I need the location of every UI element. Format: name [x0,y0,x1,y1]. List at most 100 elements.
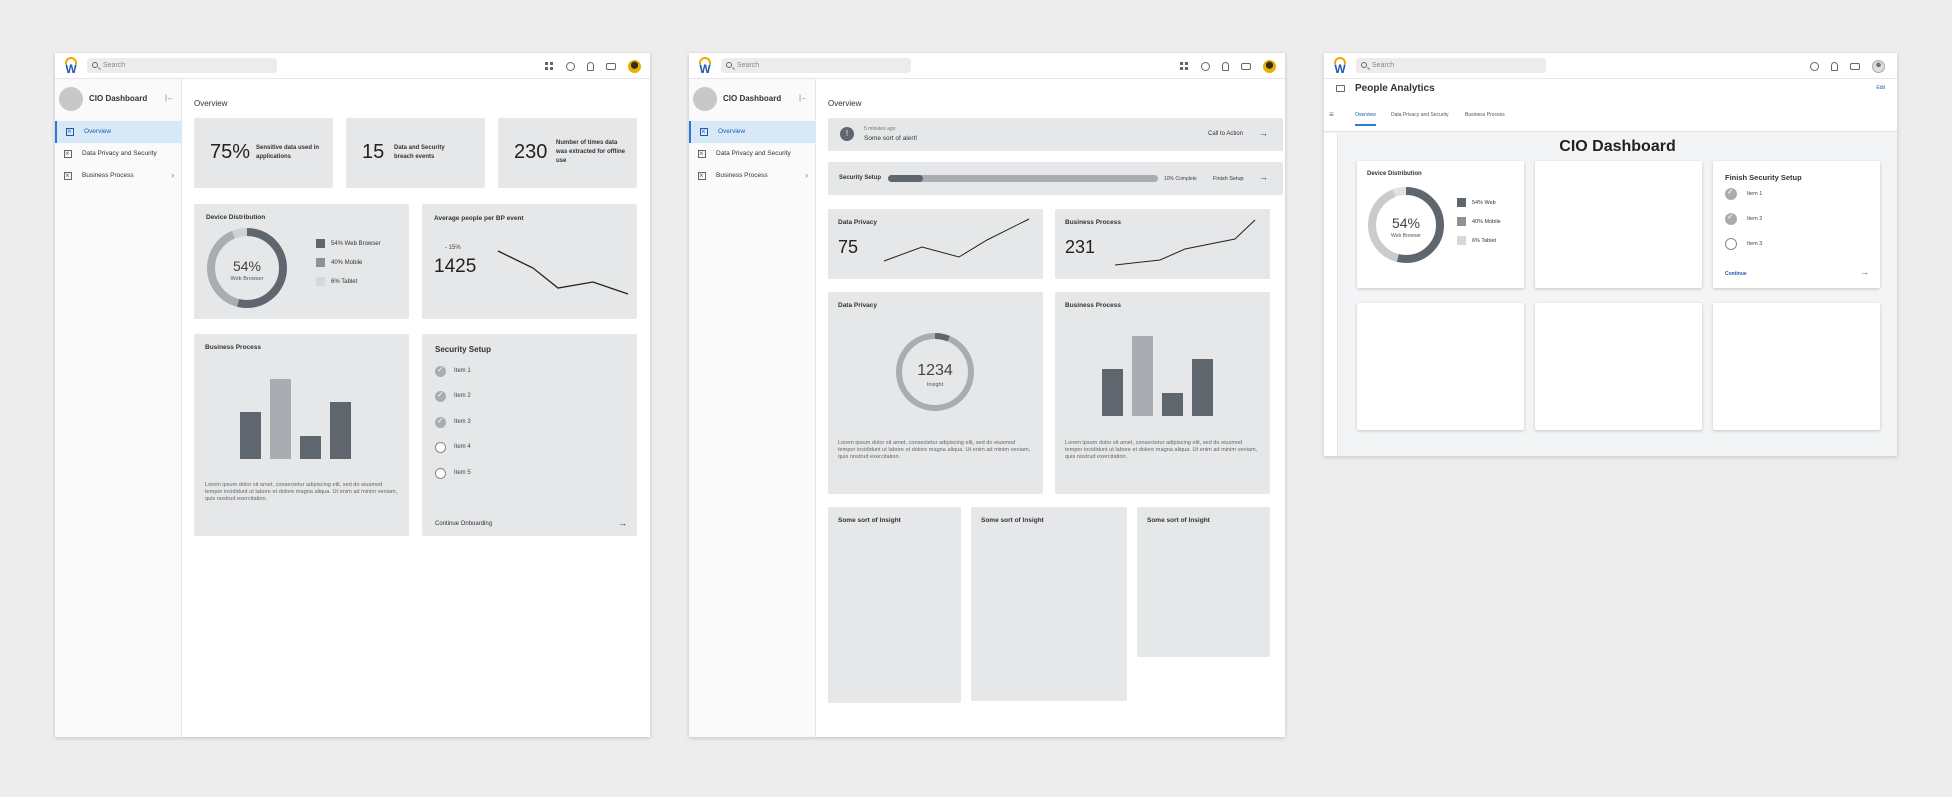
sidebar-item-label: Data Privacy and Security [716,150,791,157]
main-content: Overview ! 5 minutes ago Some sort of al… [816,79,1285,737]
kpi-card-breach-events[interactable]: 15 Data and Security breach events [346,118,485,188]
kpi-card-offline-extract[interactable]: 230 Number of times data was extracted f… [498,118,637,188]
legend-label: 40% Mobile [1472,218,1501,225]
continue-link[interactable]: Continue [1725,271,1747,277]
chat-icon[interactable] [1201,61,1210,71]
card-description: Lorem ipsum dolor sit amet, consectetur … [205,482,398,502]
finish-setup-link[interactable]: Finish Setup [1213,176,1244,182]
device-distribution-card[interactable]: Device Distribution 54% Web Browser 54% … [1357,161,1524,288]
empty-card[interactable] [1535,303,1702,430]
insight-card[interactable]: Some sort of Insight [971,507,1127,701]
collapse-sidebar-icon[interactable]: |← [799,95,808,102]
card-title: Average people per BP event [434,215,524,222]
user-avatar[interactable] [628,59,641,73]
sidebar-item-data-privacy[interactable]: Data Privacy and Security [689,143,816,165]
business-process-card[interactable]: Business Process Lorem ipsum dolor sit a… [194,334,409,536]
user-avatar[interactable] [1872,59,1885,73]
checklist-empty-icon[interactable] [435,468,446,479]
checklist-item-label: Item 3 [1747,241,1763,247]
checklist-empty-icon[interactable] [435,442,446,453]
sidebar-item-data-privacy[interactable]: Data Privacy and Security [55,143,182,165]
kpi-value: 75% [210,141,251,163]
sidebar-item-overview[interactable]: Overview [689,121,816,143]
legend-swatch [1457,217,1466,226]
tab-business-process[interactable]: Business Process [1465,112,1505,118]
inbox-icon[interactable] [1850,62,1860,70]
checklist-check-icon[interactable] [1725,187,1737,200]
dashboard-frame-2: W Search CIO Dashboard |← Overview Data … [689,53,1285,737]
top-bar: W Search [55,53,650,79]
empty-card[interactable] [1713,303,1880,430]
checklist-item-label: Item 1 [454,368,471,374]
insight-card[interactable]: Some sort of Insight [828,507,961,703]
sparkline-chart [1114,219,1256,266]
sidebar-item-label: Business Process [82,172,134,179]
main-content: Overview 75% Sensitive data used in appl… [182,79,650,737]
empty-card[interactable] [1357,303,1524,430]
call-to-action-link[interactable]: Call to Action [1208,131,1243,137]
donut-center-label: Web Browser [230,276,264,282]
insight-card[interactable]: Some sort of Insight [1137,507,1270,657]
legend-swatch [1457,198,1466,207]
card-title: Device Distribution [206,214,266,221]
donut-center-value: 1234 [917,362,953,379]
data-privacy-card[interactable]: Data Privacy 1234 Insight Lorem ipsum do… [828,292,1043,494]
business-process-card[interactable]: Business Process Lorem ipsum dolor sit a… [1055,292,1270,494]
arrow-right-icon[interactable]: → [618,518,627,528]
sidebar-item-business-process[interactable]: Business Process › [689,165,816,187]
empty-card[interactable] [1535,161,1702,288]
notifications-icon[interactable] [587,61,594,71]
checklist-item-label: Item 4 [454,444,471,450]
apps-grid-icon[interactable] [545,61,554,71]
notifications-icon[interactable] [1222,61,1229,71]
trend-value: 1425 [434,256,477,277]
finish-security-setup-card[interactable]: Finish Security Setup Item 1 Item 2 Item… [1713,161,1880,288]
tab-data-privacy[interactable]: Data Privacy and Security [1391,112,1449,118]
legend-label: 54% Web Browser [331,241,381,248]
alert-banner[interactable]: ! 5 minutes ago Some sort of alert! Call… [828,118,1283,151]
card-description: Lorem ipsum dolor sit amet, consectetur … [1065,440,1258,460]
tab-overview[interactable]: Overview [1355,112,1376,126]
user-avatar[interactable] [1263,59,1276,73]
sidebar-item-overview[interactable]: Overview [55,121,182,143]
security-setup-card[interactable]: Security Setup Item 1 Item 2 Item 3 Item… [422,334,637,536]
search-input[interactable]: Search [87,58,277,73]
checklist-empty-icon[interactable] [1725,238,1737,250]
data-privacy-kpi-card[interactable]: Data Privacy 75 [828,209,1043,279]
arrow-right-icon[interactable]: → [1259,172,1268,182]
arrow-right-icon[interactable]: → [1860,267,1869,277]
kpi-label: Data and Security breach events [394,145,445,160]
workday-logo[interactable]: W [63,57,79,76]
workday-logo[interactable]: W [1332,57,1348,76]
search-input[interactable]: Search [721,58,911,73]
edit-link[interactable]: Edit [1876,85,1885,91]
checklist-check-icon[interactable] [435,365,446,377]
checklist-check-icon[interactable] [1725,212,1737,225]
inbox-icon[interactable] [1241,62,1251,70]
average-people-card[interactable]: Average people per BP event - 15% 1425 [422,204,637,319]
workday-logo[interactable]: W [697,57,713,76]
left-rail [1324,133,1338,456]
legend-item-web: 54% Web Browser [316,239,381,248]
bp-bar-chart [1102,336,1213,416]
search-input[interactable]: Search [1356,58,1546,73]
arrow-right-icon[interactable]: → [1259,128,1268,138]
business-process-kpi-card[interactable]: Business Process 231 [1055,209,1270,279]
chat-icon[interactable] [1810,61,1819,71]
checklist-check-icon[interactable] [435,390,446,402]
filter-icon[interactable]: ≡ [1329,110,1334,119]
apps-grid-icon[interactable] [1180,61,1189,71]
checklist-check-icon[interactable] [435,416,446,428]
device-distribution-card[interactable]: Device Distribution 54% Web Browser 54% … [194,204,409,319]
alert-timestamp: 5 minutes ago [864,126,896,132]
sidebar-item-label: Overview [718,128,746,135]
inbox-icon[interactable] [606,62,616,70]
collapse-sidebar-icon[interactable]: |← [165,95,174,102]
kpi-card-sensitive-data[interactable]: 75% Sensitive data used in applications [194,118,333,188]
chat-icon[interactable] [566,61,575,71]
security-setup-bar[interactable]: Security Setup 10% Complete Finish Setup… [828,162,1283,195]
continue-onboarding-link[interactable]: Continue Onboarding [435,521,492,527]
search-icon [92,62,98,68]
notifications-icon[interactable] [1831,61,1838,71]
sidebar-item-business-process[interactable]: Business Process › [55,165,182,187]
